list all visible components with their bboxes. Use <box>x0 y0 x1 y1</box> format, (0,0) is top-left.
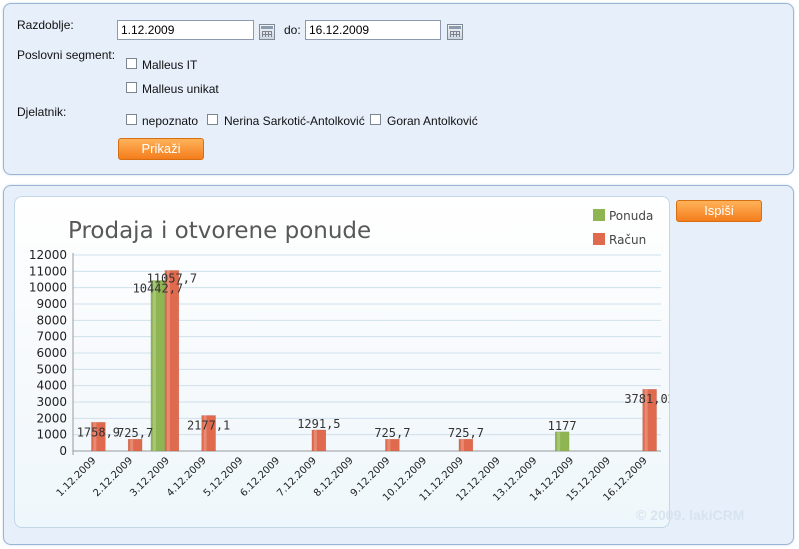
segment-malleus-unikat-label: Malleus unikat <box>142 82 219 96</box>
employee-goran-checkbox[interactable] <box>370 114 381 125</box>
bar-shine-1-6 <box>313 429 317 451</box>
data-label-8: 1177 <box>548 419 577 433</box>
date-to-label: do: <box>284 23 301 37</box>
segment-label: Poslovni segment: <box>17 48 116 62</box>
bar-shine-1-1 <box>130 439 134 451</box>
segment-malleus-unikat-checkbox[interactable] <box>126 82 137 93</box>
employee-nerina-label: Nerina Sarkotić-Antolković <box>224 114 365 128</box>
employee-label: Djelatnik: <box>17 105 67 119</box>
data-label-1: 725,7 <box>117 426 153 440</box>
data-label-9: 3781,02 <box>624 392 669 406</box>
calendar-from-icon[interactable] <box>259 24 275 40</box>
y-tick-label-5: 5000 <box>36 362 67 376</box>
chart-area: Prodaja i otvorene ponude Ponuda Račun 0 100… <box>14 196 670 528</box>
y-tick-label-4: 4000 <box>36 379 67 393</box>
data-label-3: 11057,7 <box>147 271 198 285</box>
data-label-5: 1291,5 <box>297 417 340 431</box>
y-tick-label-11: 11000 <box>29 264 67 278</box>
segment-malleus-it-label: Malleus IT <box>142 58 198 72</box>
employee-unknown-checkbox[interactable] <box>126 114 137 125</box>
y-tick-label-8: 8000 <box>36 313 67 327</box>
sales-chart: Prodaja i otvorene ponude Ponuda Račun 0 100… <box>29 209 669 504</box>
segment-malleus-it-checkbox[interactable] <box>126 58 137 69</box>
y-tick-label-0: 0 <box>59 444 67 458</box>
employee-nerina-checkbox[interactable] <box>207 114 218 125</box>
bar-shine-0-13 <box>557 431 561 451</box>
employee-unknown-label: nepoznato <box>142 114 199 128</box>
date-from-input[interactable] <box>117 20 254 40</box>
y-tick-label-9: 9000 <box>36 297 67 311</box>
y-tick-label-2: 2000 <box>36 411 67 425</box>
y-tick-label-10: 10000 <box>29 281 67 295</box>
data-label-6: 725,7 <box>374 426 410 440</box>
legend-label-1: Račun <box>609 233 646 247</box>
y-tick-label-3: 3000 <box>36 395 67 409</box>
print-button[interactable]: Ispiši <box>676 200 762 222</box>
legend-swatch-0 <box>593 209 605 221</box>
period-label: Razdoblje: <box>17 18 74 32</box>
date-to-input[interactable] <box>305 20 441 40</box>
show-button[interactable]: Prikaži <box>118 138 204 160</box>
bar-shine-0-2 <box>152 280 156 451</box>
employee-goran-label: Goran Antolković <box>387 114 478 128</box>
y-tick-label-12: 12000 <box>29 248 67 262</box>
bar-shine-1-8 <box>387 439 391 451</box>
legend-swatch-1 <box>593 233 605 245</box>
calendar-to-icon[interactable] <box>447 24 463 40</box>
y-tick-label-7: 7000 <box>36 330 67 344</box>
watermark: © 2009. lakiCRM <box>636 507 745 523</box>
legend-label-0: Ponuda <box>609 209 653 223</box>
bar-shine-1-10 <box>460 439 464 451</box>
data-label-7: 725,7 <box>448 426 484 440</box>
y-tick-label-6: 6000 <box>36 346 67 360</box>
chart-title: Prodaja i otvorene ponude <box>68 218 371 244</box>
data-label-0: 1758,9 <box>77 425 120 439</box>
y-tick-label-1: 1000 <box>36 428 67 442</box>
bar-shine-1-2 <box>166 270 170 451</box>
data-label-4: 2177,1 <box>187 418 230 432</box>
